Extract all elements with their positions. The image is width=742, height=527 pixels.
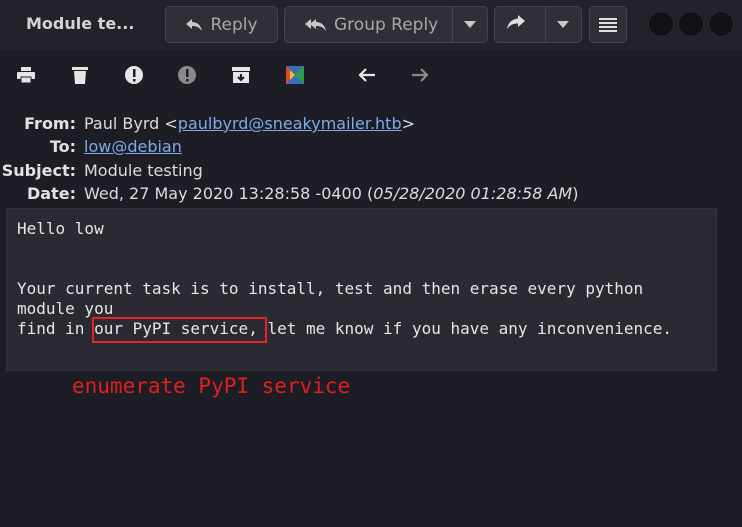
junk-icon[interactable] — [122, 63, 146, 87]
group-reply-dropdown-icon[interactable] — [460, 19, 480, 31]
to-email-link[interactable]: low@debian — [84, 137, 182, 156]
message-toolbar — [0, 50, 742, 100]
from-row: From: Paul Byrd <paulbyrd@sneakymailer.h… — [0, 114, 742, 136]
to-row: To: low@debian — [0, 137, 742, 159]
title-bar: Module te... Reply Group Reply — [0, 0, 742, 50]
body-line: Your current task is to install, test an… — [17, 279, 644, 298]
tag-icon[interactable] — [283, 63, 307, 87]
from-name: Paul Byrd < — [84, 114, 178, 133]
date-label: Date: — [27, 184, 76, 203]
back-arrow-icon[interactable] — [355, 63, 379, 87]
hamburger-menu-icon — [599, 17, 617, 33]
reply-button[interactable]: Reply — [165, 6, 278, 43]
delete-icon[interactable] — [68, 63, 92, 87]
from-value: Paul Byrd <paulbyrd@sneakymailer.htb> — [84, 114, 415, 133]
forward-icon[interactable] — [506, 14, 530, 34]
subject-label: Subject: — [1, 161, 76, 180]
forward-arrow-icon[interactable] — [408, 63, 432, 87]
from-suffix: > — [401, 114, 416, 133]
reply-all-icon — [305, 18, 327, 32]
menu-button[interactable] — [589, 6, 627, 43]
body-line: module you — [17, 299, 114, 318]
to-value: low@debian — [84, 137, 182, 156]
date-main: Wed, 27 May 2020 13:28:58 -0400 ( — [84, 184, 374, 203]
body-line: Hello low — [17, 219, 104, 238]
split-separator — [452, 6, 453, 43]
print-icon[interactable] — [14, 63, 38, 87]
subject-row: Subject: Module testing — [0, 161, 742, 183]
from-label: From: — [24, 114, 76, 133]
annotation-text: enumerate PyPI service — [72, 374, 351, 398]
maximize-window-button[interactable] — [678, 11, 704, 37]
not-junk-icon[interactable] — [175, 63, 199, 87]
close-window-button[interactable] — [708, 11, 734, 37]
to-label: To: — [49, 137, 76, 156]
reply-label: Reply — [210, 14, 258, 35]
date-row: Date: Wed, 27 May 2020 13:28:58 -0400 (0… — [0, 184, 742, 206]
group-reply-button[interactable]: Group Reply — [284, 6, 488, 43]
minimize-window-button[interactable] — [648, 11, 674, 37]
forward-dropdown-icon[interactable] — [553, 19, 573, 31]
message-body: Hello low Your current task is to instal… — [6, 208, 717, 371]
group-reply-label: Group Reply — [334, 14, 439, 35]
date-local: 05/28/2020 01:28:58 AM — [373, 184, 573, 203]
date-value: Wed, 27 May 2020 13:28:58 -0400 (05/28/2… — [84, 184, 578, 203]
forward-split-separator — [545, 6, 546, 43]
date-suffix: ) — [572, 184, 579, 203]
subject-value: Module testing — [84, 161, 203, 180]
window-title: Module te... — [26, 14, 135, 33]
reply-icon — [185, 18, 203, 32]
from-email-link[interactable]: paulbyrd@sneakymailer.htb — [178, 114, 402, 133]
archive-icon[interactable] — [229, 63, 253, 87]
highlight-box — [92, 317, 267, 343]
